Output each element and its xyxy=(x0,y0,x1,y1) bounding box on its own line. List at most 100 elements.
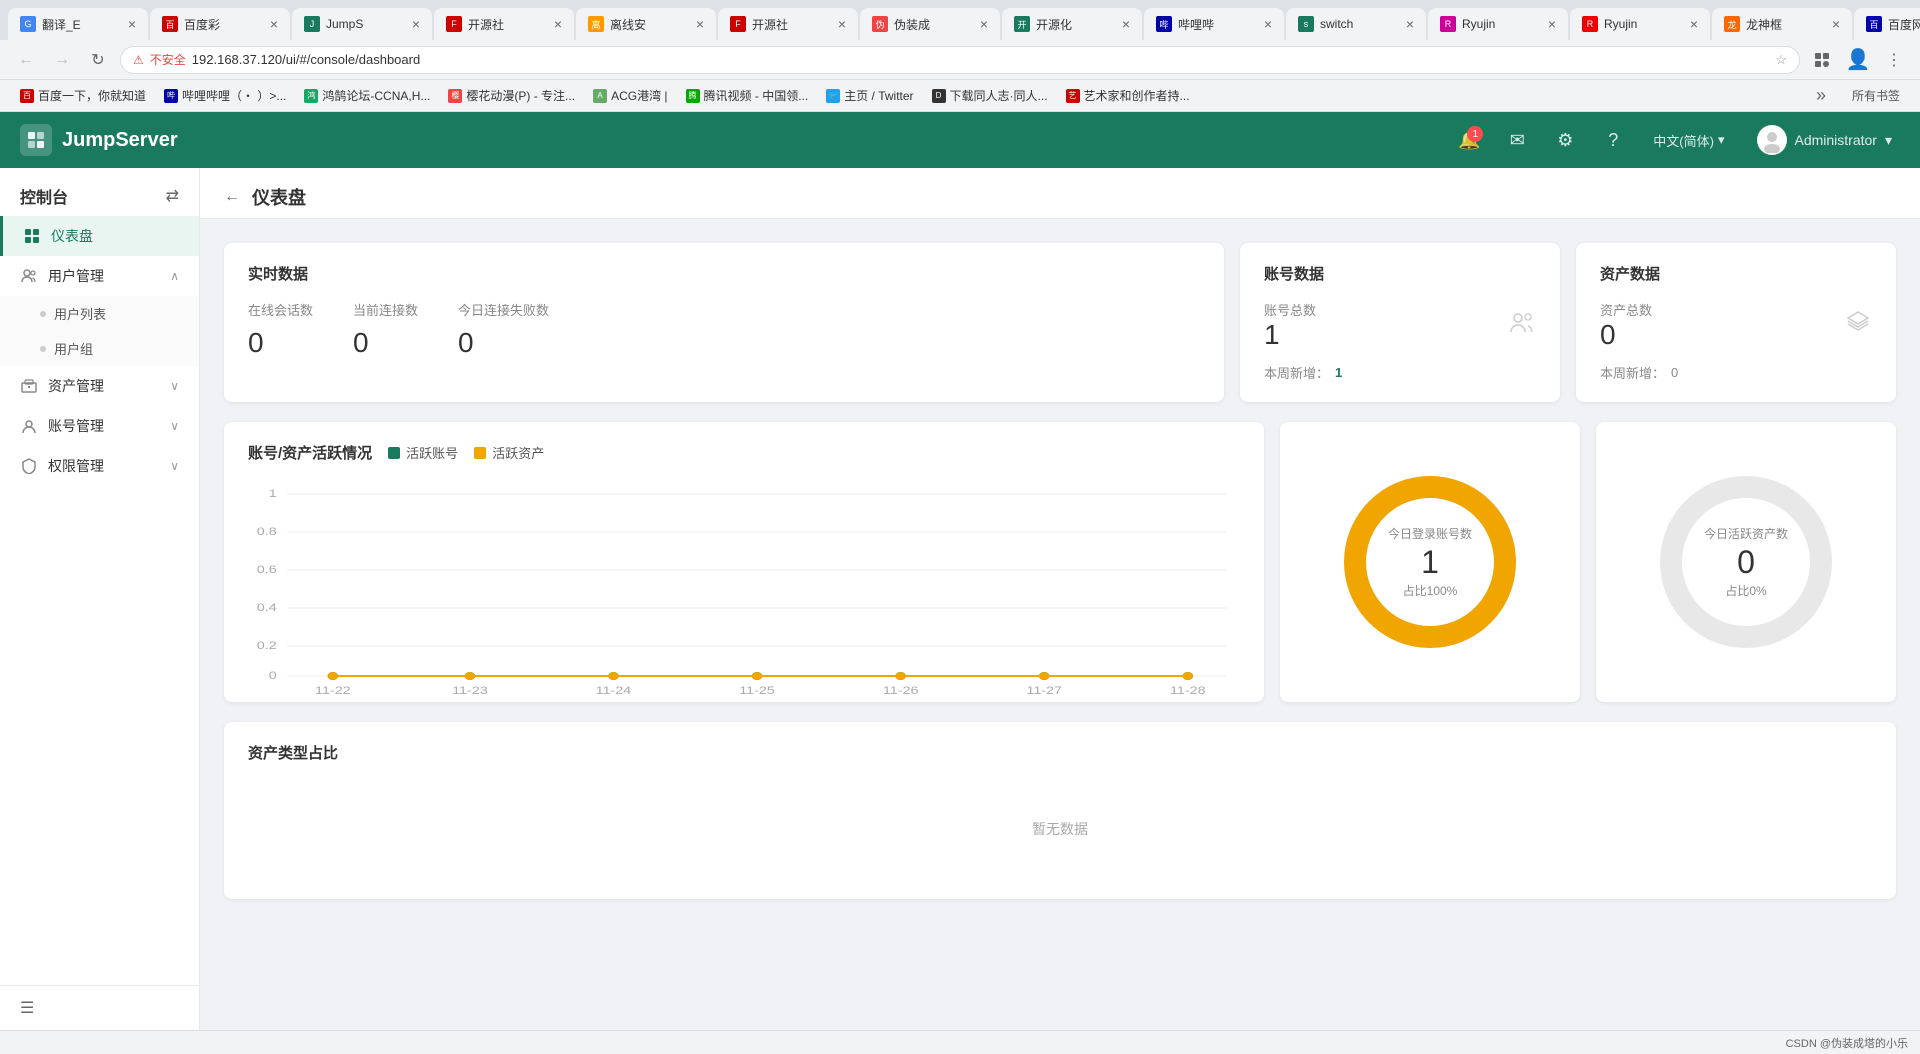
tab-close-9[interactable]: × xyxy=(1264,16,1272,32)
tab-favicon-12: R xyxy=(1582,16,1598,32)
bookmarks-more-button[interactable]: » xyxy=(1808,83,1834,108)
realtime-stats: 在线会话数 0 当前连接数 0 今日连接失败数 0 xyxy=(248,300,1200,359)
legend-assets-item: 活跃资产 xyxy=(474,443,544,462)
svg-text:11-23: 11-23 xyxy=(452,684,488,697)
tab-close-1[interactable]: × xyxy=(128,16,136,32)
bookmark-favicon-twitter: 🐦 xyxy=(826,89,840,103)
browser-tab-13[interactable]: 龙 龙神框 × xyxy=(1712,8,1852,40)
online-sessions-value: 0 xyxy=(248,327,313,359)
bookmark-dl[interactable]: D 下载同人志·同人... xyxy=(924,85,1056,106)
sidebar-item-accounts[interactable]: 账号管理 ∨ xyxy=(0,406,199,446)
bookmark-star[interactable]: ☆ xyxy=(1775,52,1787,68)
tab-close-6[interactable]: × xyxy=(838,16,846,32)
bookmark-label-anime: 樱花动漫(P) - 专注... xyxy=(466,87,575,104)
assets-card-title: 资产数据 xyxy=(1600,263,1872,284)
tab-close-8[interactable]: × xyxy=(1122,16,1130,32)
all-bookmarks-button[interactable]: 所有书签 xyxy=(1844,85,1908,106)
notification-button[interactable]: 🔔 1 xyxy=(1453,124,1485,156)
online-sessions-stat: 在线会话数 0 xyxy=(248,300,313,359)
browser-tab-1[interactable]: G 翻译_E × xyxy=(8,8,148,40)
extensions-button[interactable] xyxy=(1808,46,1836,74)
assets-donut-card: 今日活跃资产数 0 占比0% xyxy=(1596,422,1896,702)
submenu-users: 用户列表 用户组 xyxy=(0,296,199,366)
tab-title-8: 开源化 xyxy=(1036,16,1116,33)
sidebar-header: 控制台 ⇄ xyxy=(0,168,199,216)
language-selector[interactable]: 中文(简体) ▾ xyxy=(1645,127,1732,154)
tab-close-10[interactable]: × xyxy=(1406,16,1414,32)
chart-title: 账号/资产活跃情况 xyxy=(248,442,372,463)
logo-area: JumpServer xyxy=(20,124,178,156)
user-info[interactable]: Administrator ▾ xyxy=(1749,121,1901,159)
browser-tab-2[interactable]: 百 百度彩 × xyxy=(150,8,290,40)
chart-legend: 活跃账号 活跃资产 xyxy=(388,443,544,462)
browser-tab-6[interactable]: F 开源社 × xyxy=(718,8,858,40)
forward-button[interactable]: → xyxy=(48,46,76,74)
browser-tab-4[interactable]: F 开源社 × xyxy=(434,8,574,40)
bookmark-anime[interactable]: 樱 樱花动漫(P) - 专注... xyxy=(440,85,583,106)
bookmark-baidu[interactable]: 百 百度一下，你就知道 xyxy=(12,85,154,106)
bookmark-favicon-ccna: 鸿 xyxy=(304,89,318,103)
insecure-icon: ⚠ xyxy=(133,53,144,67)
browser-tab-11[interactable]: R Ryujin × xyxy=(1428,8,1568,40)
help-button[interactable]: ? xyxy=(1597,124,1629,156)
tab-close-11[interactable]: × xyxy=(1548,16,1556,32)
bookmark-bilibili[interactable]: 哔 哔哩哔哩（・ ）>... xyxy=(156,85,294,106)
tab-close-4[interactable]: × xyxy=(554,16,562,32)
bookmark-ccna[interactable]: 鸿 鸿鹄论坛-CCNA,H... xyxy=(296,85,438,106)
second-row: 账号/资产活跃情况 活跃账号 活跃资产 xyxy=(224,422,1896,702)
tab-favicon-13: 龙 xyxy=(1724,16,1740,32)
tab-close-7[interactable]: × xyxy=(980,16,988,32)
sidebar-item-assets[interactable]: 资产管理 ∨ xyxy=(0,366,199,406)
back-button[interactable]: ← xyxy=(12,46,40,74)
profile-button[interactable]: 👤 xyxy=(1844,46,1872,74)
settings-icon-button[interactable]: ⚙ xyxy=(1549,124,1581,156)
reload-button[interactable]: ↻ xyxy=(84,46,112,74)
svg-text:11-27: 11-27 xyxy=(1026,684,1062,697)
sidebar-toggle-button[interactable]: ⇄ xyxy=(166,186,179,206)
browser-tab-14[interactable]: 百 百度网 × xyxy=(1854,8,1920,40)
chart-header: 账号/资产活跃情况 活跃账号 活跃资产 xyxy=(248,442,1240,463)
sidebar-bottom-icon[interactable]: ☰ xyxy=(20,1000,34,1017)
asset-type-card: 资产类型占比 暂无数据 xyxy=(224,722,1896,899)
bookmark-art[interactable]: 艺 艺术家和创作者持... xyxy=(1058,85,1198,106)
account-weekly-label: 本周新增： xyxy=(1264,363,1329,382)
account-donut-center: 今日登录账号数 1 占比100% xyxy=(1388,525,1472,599)
browser-tab-5[interactable]: 离 离线安 × xyxy=(576,8,716,40)
message-button[interactable]: ✉ xyxy=(1501,124,1533,156)
dashboard-content: ← 仪表盘 实时数据 在线会话数 0 xyxy=(200,168,1920,1030)
tab-close-2[interactable]: × xyxy=(270,16,278,32)
today-failed-label: 今日连接失败数 xyxy=(458,300,549,319)
bookmark-label-twitter: 主页 / Twitter xyxy=(844,87,913,104)
sidebar-item-user-list[interactable]: 用户列表 xyxy=(0,296,199,331)
tab-close-5[interactable]: × xyxy=(696,16,704,32)
svg-text:11-28: 11-28 xyxy=(1170,684,1206,697)
assets-donut-value: 0 xyxy=(1704,546,1788,578)
sidebar-item-permissions[interactable]: 权限管理 ∨ xyxy=(0,446,199,486)
settings-button[interactable]: ⋮ xyxy=(1880,46,1908,74)
browser-tab-9[interactable]: 哔 哔哩哔 × xyxy=(1144,8,1284,40)
back-button-content[interactable]: ← xyxy=(224,188,240,206)
bookmark-label-art: 艺术家和创作者持... xyxy=(1084,87,1190,104)
browser-tab-3[interactable]: J JumpS × xyxy=(292,8,432,40)
tab-close-3[interactable]: × xyxy=(412,16,420,32)
bookmark-twitter[interactable]: 🐦 主页 / Twitter xyxy=(818,85,921,106)
bookmark-tencent[interactable]: 腾 腾讯视频 - 中国领... xyxy=(678,85,817,106)
browser-tab-8[interactable]: 开 开源化 × xyxy=(1002,8,1142,40)
bookmark-acg[interactable]: A ACG港湾 | xyxy=(585,85,675,106)
sidebar-item-dashboard[interactable]: 仪表盘 xyxy=(0,216,199,256)
browser-tab-10[interactable]: s switch × xyxy=(1286,8,1426,40)
tab-close-12[interactable]: × xyxy=(1690,16,1698,32)
bookmark-favicon-anime: 樱 xyxy=(448,89,462,103)
address-bar[interactable]: ⚠ 不安全 192.168.37.120/ui/#/console/dashbo… xyxy=(120,46,1800,74)
browser-tab-12[interactable]: R Ryujin × xyxy=(1570,8,1710,40)
account-total-row: 账号总数 1 xyxy=(1264,300,1536,351)
sidebar-item-users[interactable]: 用户管理 ∧ xyxy=(0,256,199,296)
sidebar-menu: 仪表盘 用户管理 ∧ 用户列表 xyxy=(0,216,199,985)
assets-total-value: 0 xyxy=(1600,319,1652,351)
tab-close-13[interactable]: × xyxy=(1832,16,1840,32)
online-sessions-label: 在线会话数 xyxy=(248,300,313,319)
browser-tab-7[interactable]: 伪 伪装成 × xyxy=(860,8,1000,40)
sidebar-dashboard-label: 仪表盘 xyxy=(51,226,93,246)
sidebar-item-user-groups[interactable]: 用户组 xyxy=(0,331,199,366)
tab-favicon-6: F xyxy=(730,16,746,32)
